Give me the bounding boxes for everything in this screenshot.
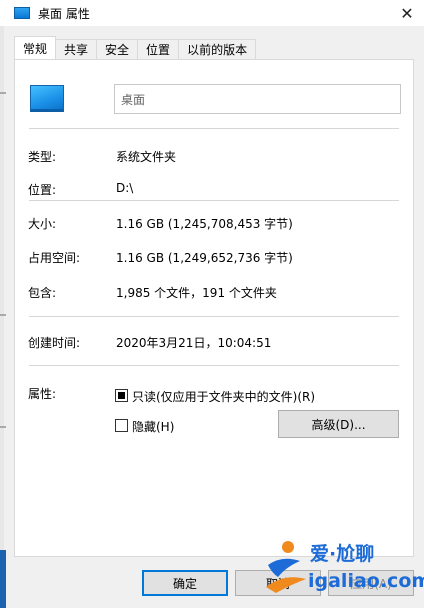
created-label: 创建时间: xyxy=(28,336,81,350)
readonly-label[interactable]: 只读(仅应用于文件夹中的文件)(R) xyxy=(132,388,315,405)
folder-name-field[interactable] xyxy=(114,84,401,114)
location-row: 位置: D:\ xyxy=(28,181,408,199)
divider xyxy=(29,200,399,201)
tab-location[interactable]: 位置 xyxy=(137,39,180,59)
close-button[interactable]: ✕ xyxy=(390,0,424,26)
cancel-button[interactable]: 取消 xyxy=(235,570,321,596)
title-bar: 桌面 属性 ✕ xyxy=(0,0,424,26)
general-tab-panel: 类型: 系统文件夹 位置: D:\ 大小: 1.16 GB (1,245,708… xyxy=(14,59,414,557)
size-row: 大小: 1.16 GB (1,245,708,453 字节) xyxy=(28,215,408,233)
background-window-edge xyxy=(0,26,6,608)
divider xyxy=(29,316,399,317)
divider xyxy=(29,128,399,129)
attributes-label: 属性: xyxy=(28,387,57,401)
readonly-checkbox[interactable] xyxy=(115,389,128,402)
folder-icon xyxy=(14,7,30,19)
type-label: 类型: xyxy=(28,150,57,164)
apply-button[interactable]: 应用(A) xyxy=(328,570,414,596)
size-value: 1.16 GB (1,245,708,453 字节) xyxy=(116,217,293,231)
disk-size-row: 占用空间: 1.16 GB (1,249,652,736 字节) xyxy=(28,249,408,267)
hidden-label[interactable]: 隐藏(H) xyxy=(132,418,174,435)
tab-general[interactable]: 常规 xyxy=(14,36,57,59)
window-title: 桌面 属性 xyxy=(38,6,90,21)
tab-previous-versions[interactable]: 以前的版本 xyxy=(178,39,257,59)
contains-value: 1,985 个文件，191 个文件夹 xyxy=(116,286,277,300)
desktop-folder-icon xyxy=(30,85,64,112)
type-row: 类型: 系统文件夹 xyxy=(28,148,408,166)
created-row: 创建时间: 2020年3月21日，10:04:51 xyxy=(28,334,408,352)
location-value: D:\ xyxy=(116,181,134,195)
created-value: 2020年3月21日，10:04:51 xyxy=(116,336,272,350)
disk-size-label: 占用空间: xyxy=(28,251,81,265)
type-value: 系统文件夹 xyxy=(116,150,177,164)
ok-button[interactable]: 确定 xyxy=(142,570,228,596)
disk-size-value: 1.16 GB (1,249,652,736 字节) xyxy=(116,251,293,265)
advanced-button[interactable]: 高级(D)... xyxy=(278,410,399,438)
hidden-checkbox[interactable] xyxy=(115,419,128,432)
tab-security[interactable]: 安全 xyxy=(96,39,139,59)
size-label: 大小: xyxy=(28,217,57,231)
contains-label: 包含: xyxy=(28,286,57,300)
tab-strip: 常规 共享 安全 位置 以前的版本 xyxy=(14,36,257,59)
contains-row: 包含: 1,985 个文件，191 个文件夹 xyxy=(28,284,408,302)
tab-sharing[interactable]: 共享 xyxy=(55,39,98,59)
divider xyxy=(29,365,399,366)
location-label: 位置: xyxy=(28,183,57,197)
